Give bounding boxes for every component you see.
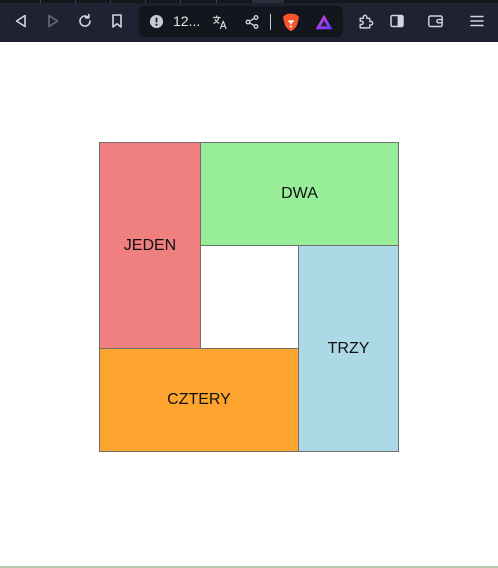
forward-triangle-icon xyxy=(48,14,59,28)
hamburger-menu-icon xyxy=(470,15,484,27)
main-menu-button[interactable] xyxy=(464,8,490,34)
cell-dwa: DWA xyxy=(200,142,399,246)
reload-icon xyxy=(79,13,91,27)
browser-toolbar: 12... xyxy=(0,0,498,42)
active-tab-indicator[interactable] xyxy=(252,0,284,3)
wallet-icon xyxy=(427,15,443,28)
tab-strip xyxy=(0,0,498,3)
extensions-button[interactable] xyxy=(352,8,378,34)
url-separator xyxy=(270,14,271,30)
cell-cztery-label: CZTERY xyxy=(167,391,231,408)
brave-lion-icon xyxy=(283,13,299,31)
brave-rewards-triangle-icon xyxy=(315,14,333,30)
sidebar-icon xyxy=(390,14,404,28)
brave-shields-button[interactable] xyxy=(281,12,301,32)
cell-dwa-label: DWA xyxy=(281,185,318,202)
address-bar[interactable]: 12... xyxy=(139,6,343,37)
sidebar-button[interactable] xyxy=(384,8,410,34)
bookmark-button[interactable] xyxy=(104,8,130,34)
cell-cztery: CZTERY xyxy=(99,348,299,452)
cell-jeden-label: JEDEN xyxy=(123,236,177,254)
bookmark-icon xyxy=(112,14,122,28)
reload-button[interactable] xyxy=(72,8,98,34)
puzzle-icon xyxy=(358,14,373,29)
back-button[interactable] xyxy=(8,8,34,34)
pinwheel-grid: JEDEN DWA TRZY CZTERY xyxy=(99,142,399,452)
cell-trzy: TRZY xyxy=(298,245,399,452)
back-triangle-icon xyxy=(15,14,26,28)
share-icon xyxy=(245,15,259,29)
cell-jeden: JEDEN xyxy=(99,142,201,349)
forward-button[interactable] xyxy=(40,8,66,34)
cell-trzy-label: TRZY xyxy=(327,339,370,357)
info-icon[interactable] xyxy=(149,14,164,29)
wallet-button[interactable] xyxy=(422,8,448,34)
brave-rewards-button[interactable] xyxy=(314,12,334,32)
share-button[interactable] xyxy=(242,12,262,32)
url-text[interactable]: 12... xyxy=(173,13,200,30)
translate-icon xyxy=(212,15,227,30)
translate-button[interactable] xyxy=(210,12,230,32)
